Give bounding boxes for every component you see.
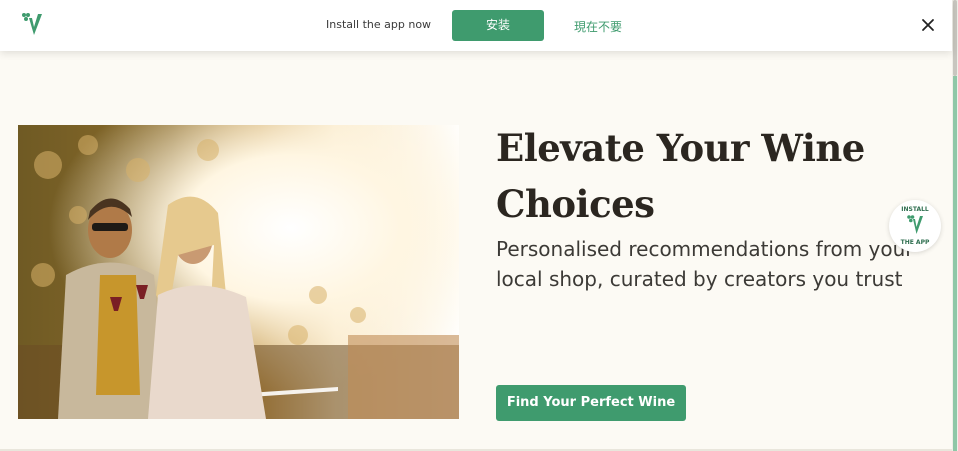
page-scrollbar[interactable] xyxy=(952,0,958,451)
hero-headline: Elevate Your Wine Choices xyxy=(496,120,916,232)
badge-bottom-text: THE APP xyxy=(900,239,930,246)
install-banner: Install the app now 安装 現在不要 xyxy=(0,0,952,51)
grape-v-logo-icon xyxy=(906,214,924,236)
hero-headline-line1: Elevate Your Wine xyxy=(496,126,865,170)
scrollbar-thumb[interactable] xyxy=(953,0,957,76)
install-prompt-text: Install the app now xyxy=(326,18,432,31)
install-button[interactable]: 安装 xyxy=(452,10,544,41)
close-icon[interactable] xyxy=(919,16,937,34)
scrollbar-track-accent xyxy=(953,76,957,451)
install-app-badge[interactable]: INSTALL THE APP xyxy=(889,200,941,252)
hero-photo-couple-wine xyxy=(18,125,459,419)
grape-v-logo-icon[interactable] xyxy=(20,12,44,38)
find-perfect-wine-button[interactable]: Find Your Perfect Wine xyxy=(496,385,686,421)
hero-headline-line2: Choices xyxy=(496,182,655,226)
hero-subheading: Personalised recommendations from your l… xyxy=(496,237,914,291)
badge-top-text: INSTALL xyxy=(901,206,929,213)
not-now-link[interactable]: 現在不要 xyxy=(574,18,622,35)
